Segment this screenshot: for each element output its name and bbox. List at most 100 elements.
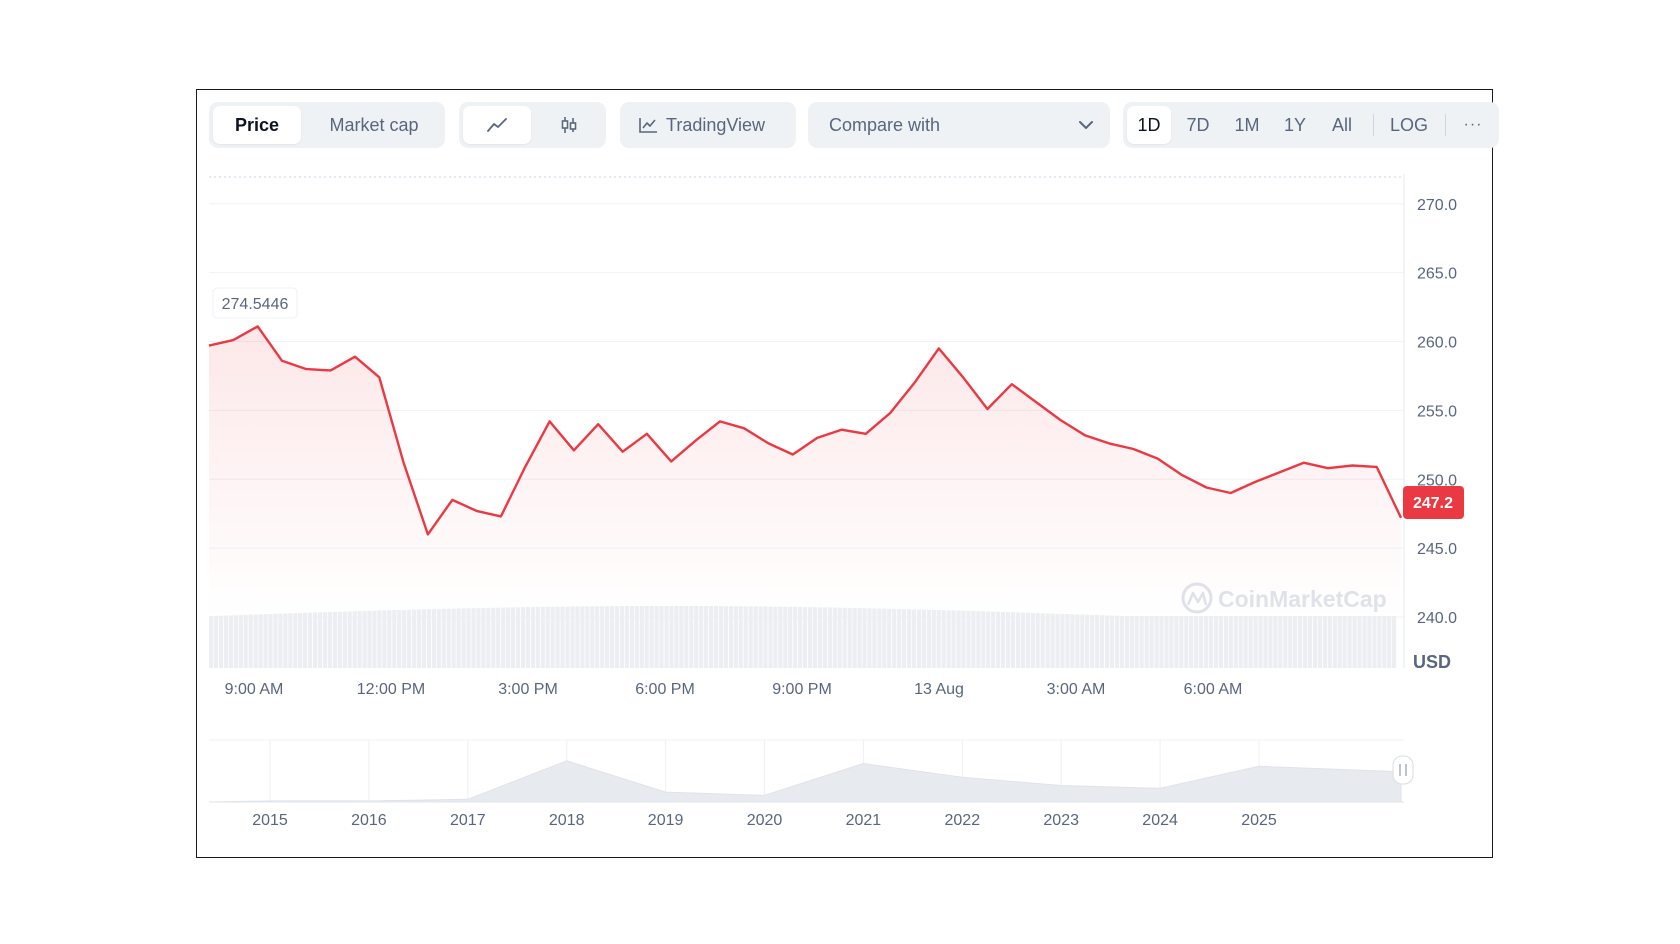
volume-bar [273,613,278,668]
volume-bar [1105,615,1110,668]
volume-bar [1238,616,1243,668]
volume-bar [926,609,931,668]
x-tick-label: 3:00 PM [498,681,558,698]
x-tick-label: 9:00 PM [772,681,832,698]
volume-bar [392,610,397,668]
x-tick-label: 3:00 AM [1047,681,1106,698]
volume-bar [451,608,456,668]
volume-bar [897,609,902,668]
volume-bar [1010,612,1016,668]
volume-bar [1288,616,1293,668]
volume-bar [213,615,219,668]
volume-bar [1327,616,1332,668]
volume-bar [1050,613,1055,668]
volume-bar [1154,616,1159,668]
volume-bar [1055,613,1060,668]
volume-bar [471,608,476,668]
volume-bar [337,611,342,668]
volume-bar [1015,612,1021,668]
volume-bar [228,615,233,668]
volume-bar [288,613,293,668]
x-tick-label: 9:00 AM [225,681,284,698]
volume-bar [1164,616,1169,668]
volume-bar [317,612,323,668]
volume-bar [1179,616,1184,668]
volume-bar [1228,616,1233,668]
volume-bar [1090,614,1095,668]
volume-bar [1367,616,1372,668]
volume-bar [911,609,917,668]
volume-bar [268,614,273,668]
volume-bar [1377,616,1382,668]
navigator-year-ticks: 2015 2016 2017 2018 2019 2020 2021 2022 2023 2024… [252,812,1277,829]
volume-bar [1030,612,1035,668]
volume-bar [362,611,367,668]
overview-navigator[interactable]: 2015 2016 2017 2018 2019 2020 2021 2022 2023 2024… [208,739,1414,829]
volume-bar [407,609,412,668]
volume-bar [1144,616,1149,668]
volume-bar [303,612,308,668]
volume-bar [921,609,926,668]
volume-bar [956,610,961,668]
currency-label: USD [1413,652,1451,672]
volume-bar [377,610,382,668]
open-price-tag: 274.5446 [212,287,298,319]
volume-bar [1169,616,1174,668]
volume-bar [1080,614,1085,668]
volume-bar [461,608,466,668]
volume-bar [1312,616,1318,668]
volume-bar [1263,616,1268,668]
volume-bar [308,612,313,668]
volume-bar [892,608,897,668]
volume-bar [327,612,332,668]
volume-bar [1283,616,1288,668]
volume-bar [1258,616,1263,668]
x-tick-label: 12:00 PM [357,681,425,698]
volume-bar [416,609,422,668]
volume-bar [941,610,946,668]
volume-bar [1218,616,1223,668]
y-tick-label: 265.0 [1417,266,1457,283]
volume-bar [931,609,936,668]
volume-bar [1075,614,1080,668]
volume-bar [209,616,214,668]
navigator-handle[interactable] [1392,755,1414,785]
navigator-year-label: 2025 [1241,812,1277,829]
volume-bar [263,614,268,668]
volume-bar [1273,616,1278,668]
volume-bar [412,609,417,668]
volume-bar [476,608,481,668]
volume-bar [1159,616,1164,668]
volume-bar [1268,616,1273,668]
volume-bar [1035,613,1040,668]
price-chart: 270.0265.0260.0255.0250.0245.0240.0 9:00… [208,174,1464,829]
volume-bar [1332,616,1337,668]
volume-bar [357,611,362,668]
navigator-year-label: 2023 [1043,812,1079,829]
volume-bar [243,614,248,668]
volume-bar [1109,615,1115,668]
volume-bar [1085,614,1090,668]
volume-bar [1139,616,1144,668]
price-chart-widget: Price Market cap TradingView Compare wit… [196,89,1499,858]
volume-bar [298,613,303,668]
volume-bar [283,613,288,668]
volume-bar [1322,616,1327,668]
volume-bar [1194,616,1199,668]
volume-bar [372,610,377,668]
y-tick-label: 240.0 [1417,610,1457,627]
volume-bar [1129,616,1134,668]
volume-bar [223,615,229,668]
volume-bar [322,612,328,668]
volume-bar [996,611,1001,668]
volume-bar [1006,612,1011,668]
y-tick-label: 260.0 [1417,335,1457,352]
x-tick-label: 6:00 PM [635,681,695,698]
y-tick-label: 270.0 [1417,197,1457,214]
volume-bar [1248,616,1253,668]
volume-bar [1357,616,1362,668]
volume-bar [991,611,996,668]
y-tick-label: 255.0 [1417,403,1457,420]
volume-bar [426,609,431,668]
x-tick-label: 6:00 AM [1184,681,1243,698]
